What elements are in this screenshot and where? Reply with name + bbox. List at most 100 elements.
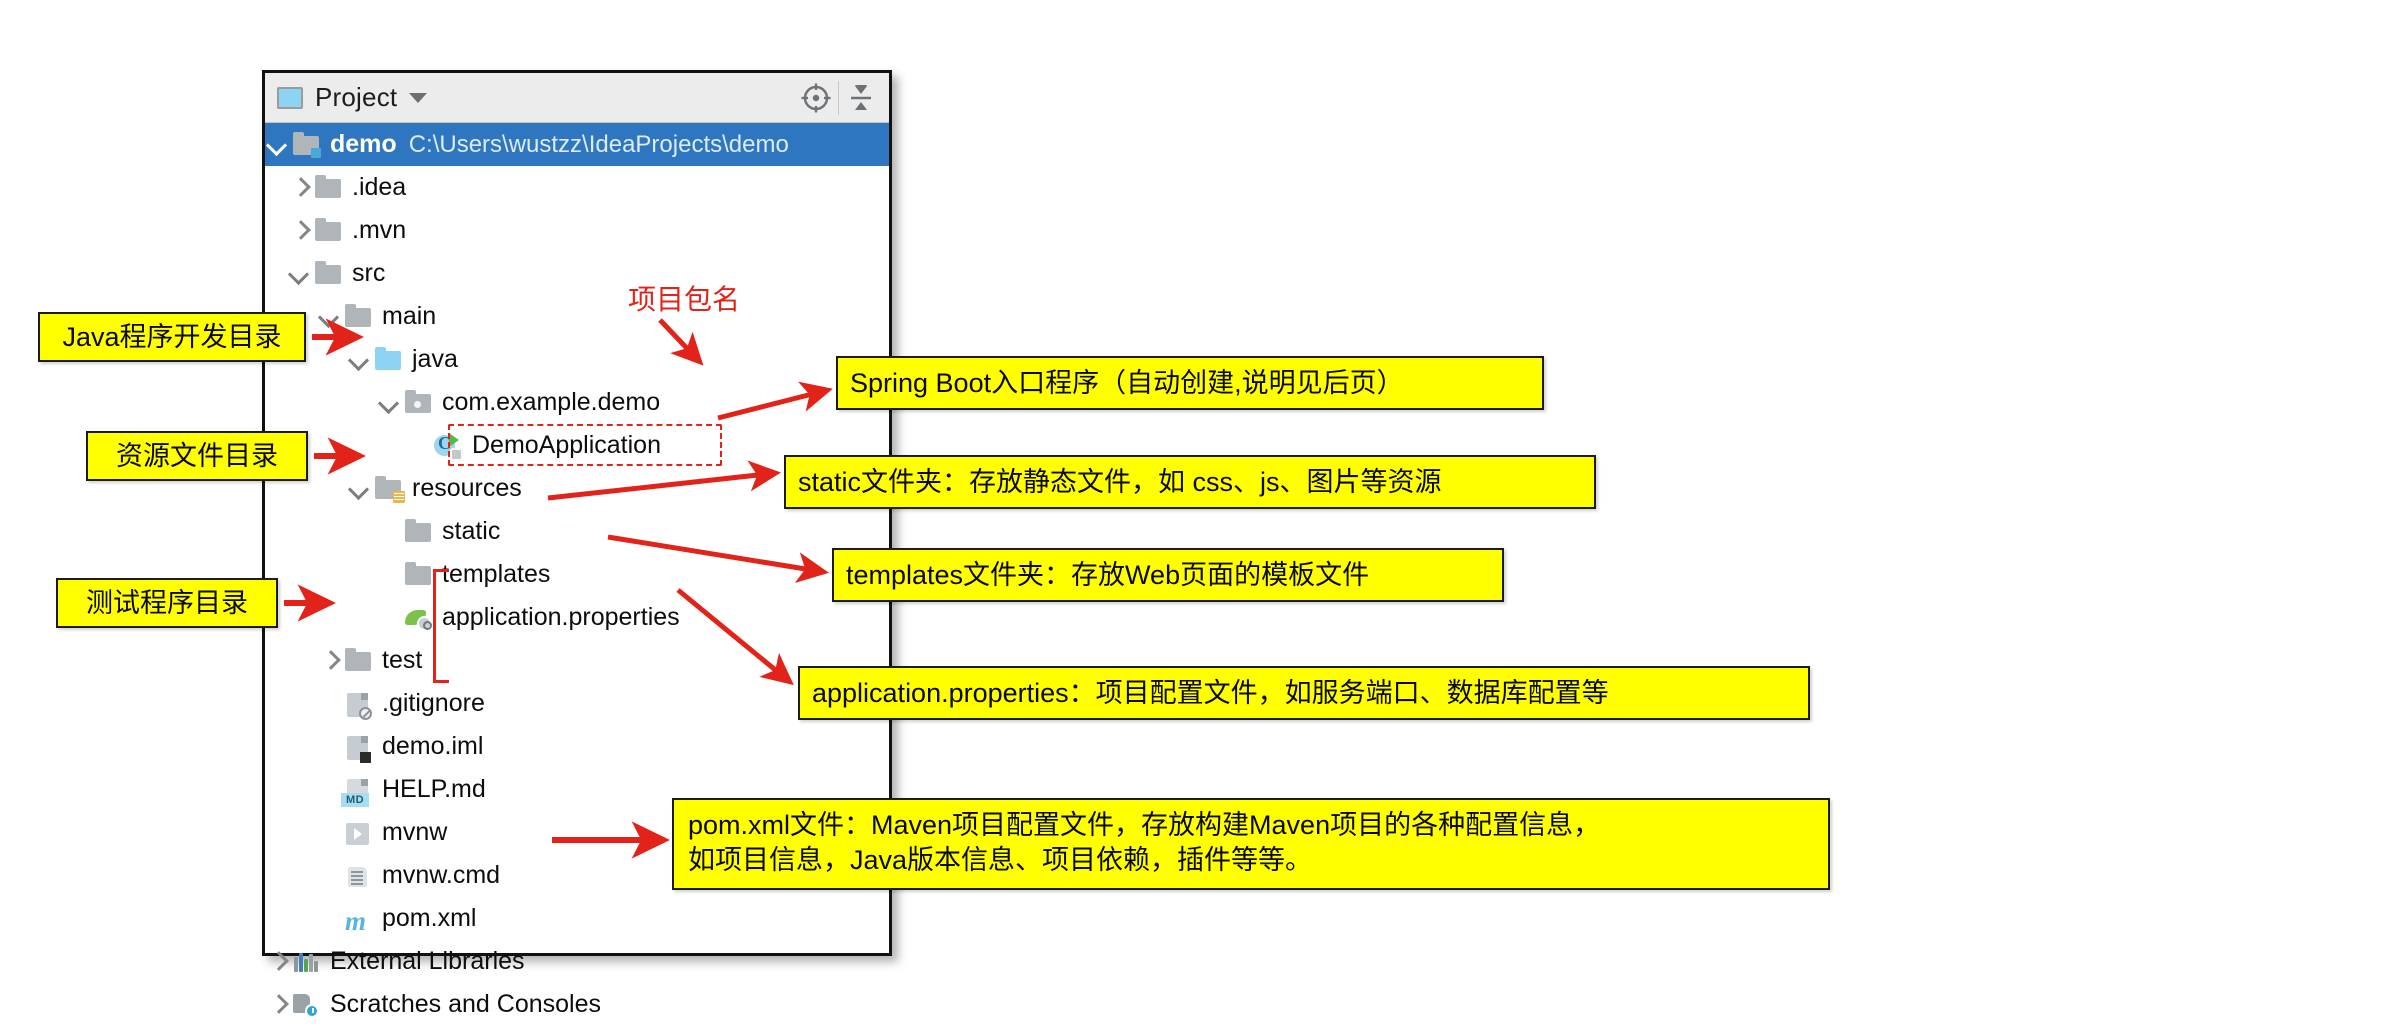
tree-row-application-properties[interactable]: application.properties [265, 596, 889, 639]
folder-icon [343, 647, 373, 674]
expand-arrow-placeholder [407, 433, 433, 459]
annotation-java-dir-text: Java程序开发目录 [62, 321, 282, 352]
slide-canvas: Project demo C:\Users\wustzz\IdeaProject… [0, 0, 2382, 1018]
folder-resources-icon [373, 475, 405, 503]
tree-path-demo: C:\Users\wustzz\IdeaProjects\demo [408, 130, 789, 158]
expand-arrow-icon[interactable] [317, 304, 343, 330]
folder-icon [313, 260, 343, 287]
tree-label-demo: demo [330, 130, 397, 158]
annotation-pom-xml-line1: pom.xml文件：Maven项目配置文件，存放构建Maven项目的各种配置信息… [688, 810, 1601, 840]
annotation-springboot-entry: Spring Boot入口程序（自动创建,说明见后页） [836, 356, 1544, 410]
maven-icon: m [345, 905, 367, 936]
tree-label-mvnw-cmd: mvnw.cmd [382, 861, 501, 889]
annotation-package-name-text: 项目包名 [628, 284, 741, 315]
project-panel-header: Project [265, 73, 889, 123]
tree-row-package[interactable]: com.example.demo [265, 381, 889, 424]
annotation-test-dir-text: 测试程序目录 [86, 587, 248, 618]
tree-row-mvn[interactable]: .mvn [265, 209, 889, 252]
tree-row-demo[interactable]: demo C:\Users\wustzz\IdeaProjects\demo [265, 123, 889, 166]
tree-label-help-md: HELP.md [382, 775, 486, 803]
annotation-resources-dir: 资源文件目录 [86, 431, 308, 481]
expand-arrow-icon[interactable] [317, 648, 343, 674]
annotation-app-properties: application.properties：项目配置文件，如服务端口、数据库配… [798, 666, 1810, 720]
expand-arrow-icon[interactable] [347, 347, 373, 373]
annotation-app-properties-text: application.properties：项目配置文件，如服务端口、数据库配… [812, 677, 1609, 708]
annotation-static-folder: static文件夹：存放静态文件，如 css、js、图片等资源 [784, 455, 1596, 509]
tree-label-pom-xml: pom.xml [382, 904, 477, 932]
locate-in-tree-icon[interactable] [794, 76, 838, 120]
folder-icon [313, 174, 343, 201]
tree-label-mvn: .mvn [352, 216, 407, 244]
annotation-templates-folder-text: templates文件夹：存放Web页面的模板文件 [846, 559, 1370, 590]
tree-row-main[interactable]: main [265, 295, 889, 338]
expand-arrow-placeholder [377, 605, 403, 631]
tree-row-test[interactable]: test [265, 639, 889, 682]
folder-package-icon [403, 389, 433, 416]
tree-row-demo-iml[interactable]: demo.iml [265, 725, 889, 768]
tree-label-resources: resources [412, 474, 522, 502]
libraries-icon [291, 949, 321, 975]
tree-row-templates[interactable]: templates [265, 553, 889, 596]
project-panel-icon [277, 86, 303, 109]
expand-arrow-placeholder [377, 519, 403, 545]
tree-row-gitignore[interactable]: .gitignore [265, 682, 889, 725]
expand-arrow-placeholder [317, 691, 343, 717]
file-markdown-icon: MD [341, 777, 373, 807]
tree-row-static[interactable]: static [265, 510, 889, 553]
annotation-springboot-entry-text: Spring Boot入口程序（自动创建,说明见后页） [850, 367, 1404, 398]
tree-label-java: java [412, 345, 458, 373]
expand-arrow-placeholder [317, 820, 343, 846]
project-tree[interactable]: demo C:\Users\wustzz\IdeaProjects\demo .… [265, 123, 889, 1026]
tree-row-src[interactable]: src [265, 252, 889, 295]
project-panel-title: Project [315, 82, 398, 112]
annotation-java-dir: Java程序开发目录 [38, 312, 306, 362]
expand-arrow-placeholder [317, 863, 343, 889]
tree-label-package: com.example.demo [442, 388, 661, 416]
annotation-package-name-note: 项目包名 [628, 278, 740, 318]
expand-arrow-placeholder [317, 734, 343, 760]
tree-label-demoapplication: DemoApplication [472, 431, 661, 459]
tree-label-mvnw: mvnw [382, 818, 448, 846]
folder-module-icon [291, 131, 321, 158]
file-text-icon [343, 863, 373, 889]
folder-source-icon [373, 346, 403, 373]
annotation-test-dir: 测试程序目录 [56, 578, 278, 628]
tree-label-application-properties: application.properties [442, 603, 680, 631]
expand-arrow-icon[interactable] [287, 218, 313, 244]
tree-label-templates: templates [442, 560, 551, 588]
annotation-resources-dir-text: 资源文件目录 [116, 440, 278, 471]
tree-row-pom-xml[interactable]: m pom.xml [265, 897, 889, 940]
expand-arrow-icon[interactable] [287, 261, 313, 287]
expand-arrow-icon[interactable] [265, 132, 291, 158]
expand-arrow-icon[interactable] [287, 175, 313, 201]
expand-arrow-icon[interactable] [265, 992, 291, 1018]
tree-row-scratches-and-consoles[interactable]: Scratches and Consoles [265, 983, 889, 1026]
tree-label-src: src [352, 259, 386, 287]
expand-arrow-placeholder [317, 777, 343, 803]
folder-icon [343, 303, 373, 330]
expand-arrow-icon[interactable] [377, 390, 403, 416]
tree-label-test: test [382, 646, 423, 674]
expand-arrow-icon[interactable] [347, 476, 373, 502]
tree-label-main: main [382, 302, 437, 330]
folder-icon [313, 217, 343, 244]
tree-row-external-libraries[interactable]: External Libraries [265, 940, 889, 983]
collapse-all-icon[interactable] [839, 76, 883, 120]
file-ignored-icon [343, 691, 373, 720]
tree-label-gitignore: .gitignore [382, 689, 485, 717]
chevron-down-icon[interactable] [409, 92, 428, 103]
annotation-pom-xml-line2: 如项目信息，Java版本信息、项目依赖，插件等等。 [688, 844, 1313, 875]
tree-label-scratches-and-consoles: Scratches and Consoles [330, 990, 601, 1018]
scratches-icon [291, 992, 321, 1018]
tree-label-static: static [442, 517, 501, 545]
resources-group-bracket [433, 569, 451, 683]
folder-icon [403, 561, 433, 588]
annotation-static-folder-text: static文件夹：存放静态文件，如 css、js、图片等资源 [798, 466, 1442, 497]
tree-row-java[interactable]: java [265, 338, 889, 381]
tree-row-idea[interactable]: .idea [265, 166, 889, 209]
annotation-templates-folder: templates文件夹：存放Web页面的模板文件 [832, 548, 1504, 602]
expand-arrow-placeholder [377, 562, 403, 588]
folder-icon [403, 518, 433, 545]
expand-arrow-icon[interactable] [265, 949, 291, 975]
spring-properties-icon [403, 605, 433, 631]
